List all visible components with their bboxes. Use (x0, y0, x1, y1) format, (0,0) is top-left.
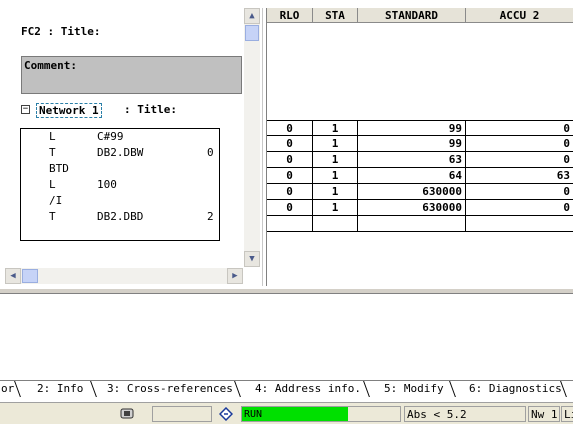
cell-rlo (267, 216, 313, 232)
cell-sta: 1 (313, 184, 358, 200)
status-bar: RUN Abs < 5.2 Nw 1 Li (0, 402, 573, 424)
code-line[interactable]: T DB2.DBW 0 (21, 145, 219, 161)
scroll-left-icon[interactable]: ◀ (5, 268, 21, 284)
cell-standard: 99 (358, 136, 466, 152)
tab-divider (14, 381, 21, 397)
online-connection-icon (120, 407, 134, 420)
code-line[interactable]: BTD (21, 161, 219, 177)
block-comment-field[interactable]: Comment: (21, 56, 242, 94)
cell-accu2: 0 (466, 152, 573, 168)
run-status-field: RUN (241, 406, 401, 422)
cell-standard (358, 216, 466, 232)
cell-accu2: 63 (466, 168, 573, 184)
network-position-field: Nw 1 (528, 406, 560, 422)
status-field-empty (152, 406, 212, 422)
cell-accu2 (466, 216, 573, 232)
code-line[interactable]: /I (21, 193, 219, 209)
tab-divider (90, 381, 97, 397)
address-mode-field: Abs < 5.2 (404, 406, 526, 422)
status-table: RLO STA STANDARD ACCU 2 0 1 99 0 0 1 99 … (266, 8, 573, 286)
cell-rlo: 0 (267, 152, 313, 168)
details-tabbar: or 2: Info 3: Cross-references 4: Addres… (0, 380, 573, 398)
tab-divider (363, 381, 370, 397)
code-line[interactable]: T DB2.DBD 2 (21, 209, 219, 225)
scroll-right-icon[interactable]: ▶ (227, 268, 243, 284)
scroll-down-icon[interactable]: ▼ (244, 251, 260, 267)
column-header-sta[interactable]: STA (313, 8, 358, 23)
cell-accu2: 0 (466, 136, 573, 152)
tab-address-info[interactable]: 4: Address info. (255, 381, 361, 397)
code-line[interactable]: L C#99 (21, 129, 219, 145)
cell-accu2: 0 (466, 200, 573, 216)
scroll-up-icon[interactable]: ▲ (244, 8, 260, 24)
cell-sta: 1 (313, 168, 358, 184)
tab-modify[interactable]: 5: Modify (384, 381, 444, 397)
block-title: FC2 : Title: (21, 25, 101, 38)
cell-standard: 64 (358, 168, 466, 184)
tab-divider (234, 381, 241, 397)
column-header-accu2[interactable]: ACCU 2 (466, 8, 573, 23)
code-line[interactable]: L 100 (21, 177, 219, 193)
tab-cross-references[interactable]: 3: Cross-references (107, 381, 233, 397)
tab-info[interactable]: 2: Info (37, 381, 84, 397)
cell-standard: 99 (358, 120, 466, 136)
tab-diagnostics[interactable]: 6: Diagnostics (469, 381, 562, 397)
cell-standard: 630000 (358, 184, 466, 200)
cell-rlo: 0 (267, 168, 313, 184)
diagnose-icon (218, 406, 234, 422)
cell-accu2: 0 (466, 184, 573, 200)
network-title: : Title: (124, 103, 177, 116)
cell-rlo: 0 (267, 184, 313, 200)
scroll-thumb-horizontal[interactable] (22, 269, 38, 283)
tab-divider (449, 381, 456, 397)
column-header-rlo[interactable]: RLO (267, 8, 313, 23)
details-area (0, 294, 573, 380)
line-position-field: Li (561, 406, 573, 422)
cell-standard: 63 (358, 152, 466, 168)
network-collapse-toggle[interactable]: − (21, 105, 30, 114)
run-status-text: RUN (244, 409, 263, 420)
cell-sta: 1 (313, 200, 358, 216)
statement-list-box[interactable]: L C#99 T DB2.DBW 0 BTD L 100 /I T DB2.DBD 2 (20, 128, 220, 241)
scroll-thumb[interactable] (245, 25, 259, 41)
column-header-standard[interactable]: STANDARD (358, 8, 466, 23)
editor-horizontal-scrollbar[interactable]: ◀ ▶ (5, 268, 243, 284)
code-editor-pane[interactable]: FC2 : Title: Comment: − Network 1 : Titl… (0, 8, 263, 286)
cell-sta: 1 (313, 136, 358, 152)
comment-label: Comment: (24, 59, 77, 72)
cell-rlo: 0 (267, 120, 313, 136)
cell-sta (313, 216, 358, 232)
editor-vertical-scrollbar[interactable]: ▲ ▼ (244, 8, 260, 267)
cell-rlo: 0 (267, 200, 313, 216)
tab-error[interactable]: or (1, 381, 14, 397)
cell-sta: 1 (313, 120, 358, 136)
cell-rlo: 0 (267, 136, 313, 152)
cell-sta: 1 (313, 152, 358, 168)
cell-accu2: 0 (466, 120, 573, 136)
cell-standard: 630000 (358, 200, 466, 216)
network-label[interactable]: Network 1 (36, 103, 102, 118)
